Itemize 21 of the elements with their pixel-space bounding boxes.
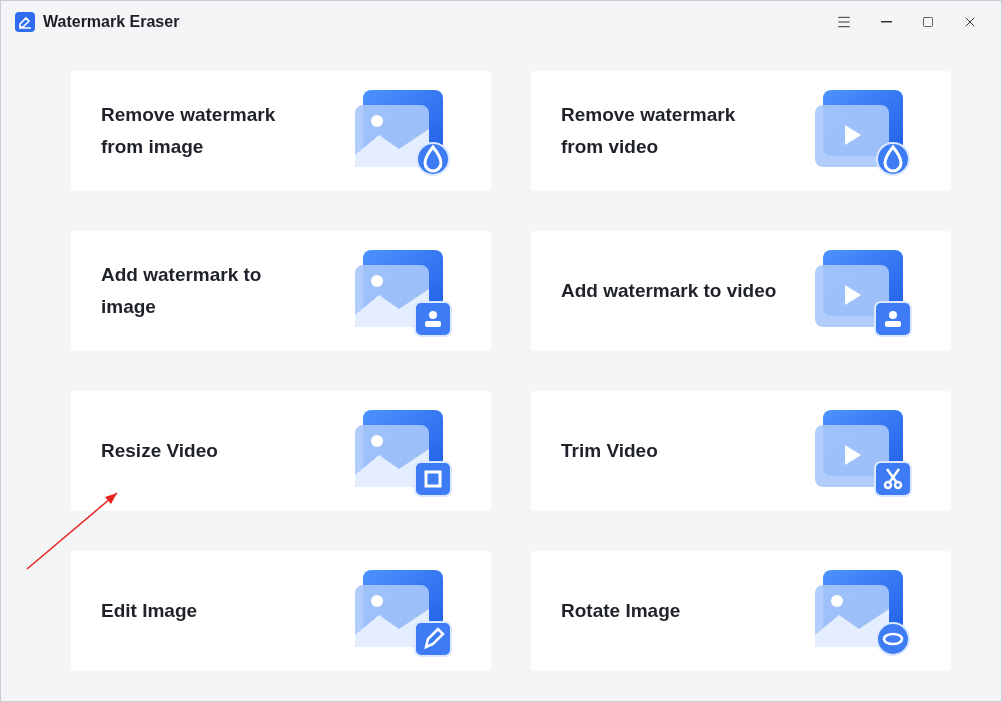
tool-label: Remove watermark from video [561,103,736,159]
tool-label: Resize Video [101,439,218,463]
tool-label: Remove watermark from image [101,103,276,159]
tool-card[interactable]: Edit Image [71,551,491,671]
tool-label: Add watermark to image [101,263,262,319]
tool-card[interactable]: Remove watermark from image [71,71,491,191]
eraser-logo-icon [15,12,35,32]
tool-card[interactable]: Remove watermark from video [531,71,951,191]
tool-label: Rotate Image [561,599,681,623]
tool-card[interactable]: Resize Video [71,391,491,511]
tool-card[interactable]: Add watermark to video [531,231,951,351]
tool-label: Edit Image [101,599,198,623]
maximize-icon [922,16,934,28]
window-title: Watermark Eraser [43,13,181,31]
menu-icon [836,14,852,30]
tool-label: Add watermark to video [561,279,777,303]
tool-card[interactable]: Add watermark to image [71,231,491,351]
tool-card[interactable]: Trim Video [531,391,951,511]
minimize-icon [880,21,892,23]
tool-card[interactable]: Rotate Image [531,551,951,671]
tool-label: Trim Video [561,439,658,463]
